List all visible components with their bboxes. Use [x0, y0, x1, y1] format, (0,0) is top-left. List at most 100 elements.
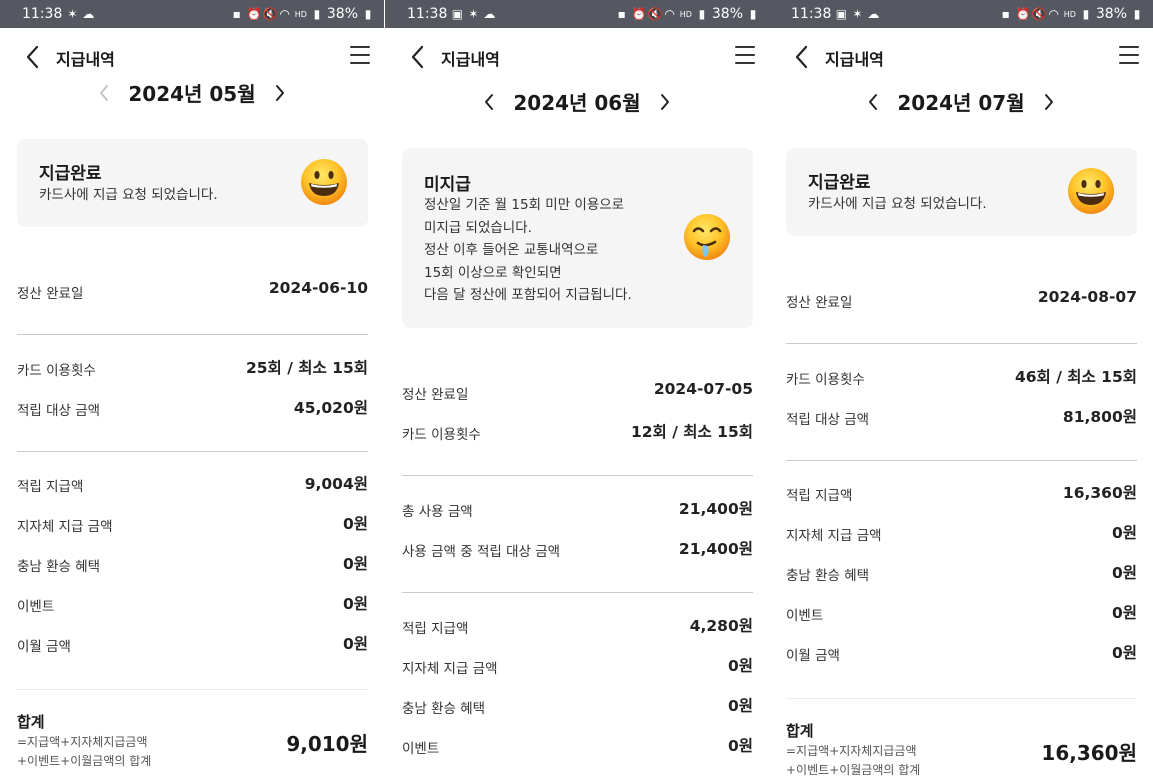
next-month-button[interactable]	[655, 90, 675, 114]
payout-row: 적립 지급액 16,360원	[786, 481, 1137, 505]
back-button[interactable]	[407, 44, 429, 70]
alarm-icon: ⏰	[1015, 7, 1031, 21]
payment-status-card: 미지급 정산일 기준 월 15회 미만 이용으로 미지급 되었습니다. 정산 이…	[402, 148, 753, 328]
total-title: 합계	[17, 713, 45, 731]
payout-row: 적립 지급액 4,280원	[402, 614, 753, 638]
screen-may: 11:38 ✶ ☁ ▪ ⏰ 🔇 ◠ HD ▮ 38% ▮ 지급내역 2024년 05월 지급완료 …	[0, 0, 384, 780]
payout-value: 0원	[1111, 564, 1137, 582]
payout-label: 이벤트	[786, 608, 824, 624]
payout-value: 0원	[342, 515, 368, 533]
divider	[786, 460, 1137, 461]
screen-july: 11:38 ▣ ✶ ☁ ▪ ⏰ 🔇 ◠ HD ▮ 38% ▮ 지급내역 2024년 07월 지급완료…	[769, 0, 1153, 780]
status-description: 정산 이후 들어온 교통내역으로	[424, 242, 599, 258]
battery-text: 38%	[711, 6, 743, 22]
chevron-right-icon	[275, 84, 284, 101]
sim-icon: ▪	[617, 7, 626, 21]
payout-row: 적립 지급액 9,004원	[17, 472, 368, 496]
prev-month-button[interactable]	[479, 90, 499, 114]
payout-label: 이월 금액	[786, 648, 840, 664]
payout-label: 적립 지급액	[17, 479, 84, 495]
settle-date-value: 2024-07-05	[653, 380, 753, 398]
payout-value: 0원	[1111, 604, 1137, 622]
settle-date-row: 정산 완료일 2024-07-05	[402, 380, 753, 404]
usage-count-value: 12회 / 최소 15회	[630, 423, 753, 441]
next-month-button[interactable]	[1039, 90, 1059, 114]
status-description: 카드사에 지급 요청 되었습니다.	[39, 187, 218, 203]
payout-label: 충남 환승 혜택	[17, 559, 101, 575]
divider	[17, 334, 368, 335]
payout-row: 지자체 지급 금액 0원	[17, 512, 368, 536]
usage-count-label: 카드 이용횟수	[786, 372, 865, 388]
menu-button[interactable]	[350, 46, 370, 66]
payout-label: 적립 지급액	[402, 621, 469, 637]
payout-label: 지자체 지급 금액	[402, 661, 498, 677]
total-usage-value: 21,400원	[678, 500, 753, 518]
payout-label: 지자체 지급 금액	[17, 519, 113, 535]
cloud-icon: ☁	[483, 7, 496, 21]
mute-icon: 🔇	[1031, 7, 1047, 21]
payment-status-card: 지급완료 카드사에 지급 요청 되었습니다.	[786, 148, 1137, 236]
notification-icon: ✶	[67, 7, 78, 21]
total-note: +이벤트+이월금액의 합계	[17, 754, 152, 768]
accrual-target-value: 21,400원	[678, 540, 753, 558]
app-header: 지급내역	[0, 28, 384, 84]
next-month-button[interactable]	[270, 81, 290, 105]
battery-text: 38%	[326, 6, 358, 22]
prev-month-button[interactable]	[863, 90, 883, 114]
amount-row: 사용 금액 중 적립 대상 금액 21,400원	[402, 537, 753, 561]
menu-button[interactable]	[735, 46, 755, 66]
status-description: 카드사에 지급 요청 되었습니다.	[808, 196, 987, 212]
status-time: 11:38	[791, 6, 832, 22]
payout-label: 이벤트	[17, 599, 55, 615]
page-title: 지급내역	[441, 50, 500, 69]
accrual-target-label: 사용 금액 중 적립 대상 금액	[402, 544, 561, 560]
network-badge: HD	[679, 9, 692, 19]
payout-label: 적립 지급액	[786, 488, 853, 504]
payout-value: 0원	[342, 555, 368, 573]
status-title: 지급완료	[808, 173, 871, 193]
status-bar: 11:38 ▣ ✶ ☁ ▪ ⏰ 🔇 ◠ HD ▮ 38% ▮	[769, 0, 1153, 28]
back-button[interactable]	[791, 44, 813, 70]
payout-label: 이월 금액	[17, 639, 71, 655]
payout-value: 0원	[1111, 524, 1137, 542]
month-label: 2024년 05월	[128, 82, 256, 106]
month-label: 2024년 07월	[897, 91, 1025, 115]
menu-button[interactable]	[1119, 46, 1139, 66]
image-icon: ▣	[835, 7, 848, 21]
month-navigator: 2024년 06월	[385, 87, 769, 116]
prev-month-button[interactable]	[94, 81, 114, 105]
month-label: 2024년 06월	[513, 91, 641, 115]
total-usage-label: 총 사용 금액	[402, 504, 473, 520]
payout-value: 0원	[727, 697, 753, 715]
settle-date-label: 정산 완료일	[402, 387, 469, 403]
chevron-left-icon	[795, 45, 808, 69]
payout-value: 0원	[1111, 644, 1137, 662]
cloud-icon: ☁	[867, 7, 880, 21]
wifi-icon: ◠	[1048, 7, 1059, 21]
month-navigator: 2024년 05월	[0, 78, 384, 107]
page-title: 지급내역	[56, 50, 115, 69]
drooling-face-icon	[684, 214, 730, 260]
payout-row: 이벤트 0원	[786, 601, 1137, 625]
total-value: 16,360원	[1041, 741, 1137, 765]
usage-count-value: 25회 / 최소 15회	[245, 359, 368, 377]
sim-icon: ▪	[232, 7, 241, 21]
grinning-face-icon	[301, 159, 347, 205]
total-note: =지급액+지자체지급금액	[17, 735, 148, 749]
payout-row: 이벤트 0원	[402, 734, 753, 758]
usage-row: 적립 대상 금액 81,800원	[786, 405, 1137, 429]
signal-icon: ▮	[313, 7, 321, 21]
mute-icon: 🔇	[262, 7, 278, 21]
total-title: 합계	[786, 722, 814, 740]
settle-date-value: 2024-08-07	[1037, 288, 1137, 306]
payout-value: 9,004원	[304, 475, 368, 493]
settle-date-label: 정산 완료일	[17, 286, 84, 302]
usage-row: 카드 이용횟수 46회 / 최소 15회	[786, 365, 1137, 389]
back-button[interactable]	[22, 44, 44, 70]
payout-row: 충남 환승 혜택 0원	[17, 552, 368, 576]
settle-date-row: 정산 완료일 2024-06-10	[17, 279, 368, 303]
divider	[402, 592, 753, 593]
chevron-left-icon	[100, 84, 109, 101]
payout-value: 0원	[727, 737, 753, 755]
divider	[17, 451, 368, 452]
